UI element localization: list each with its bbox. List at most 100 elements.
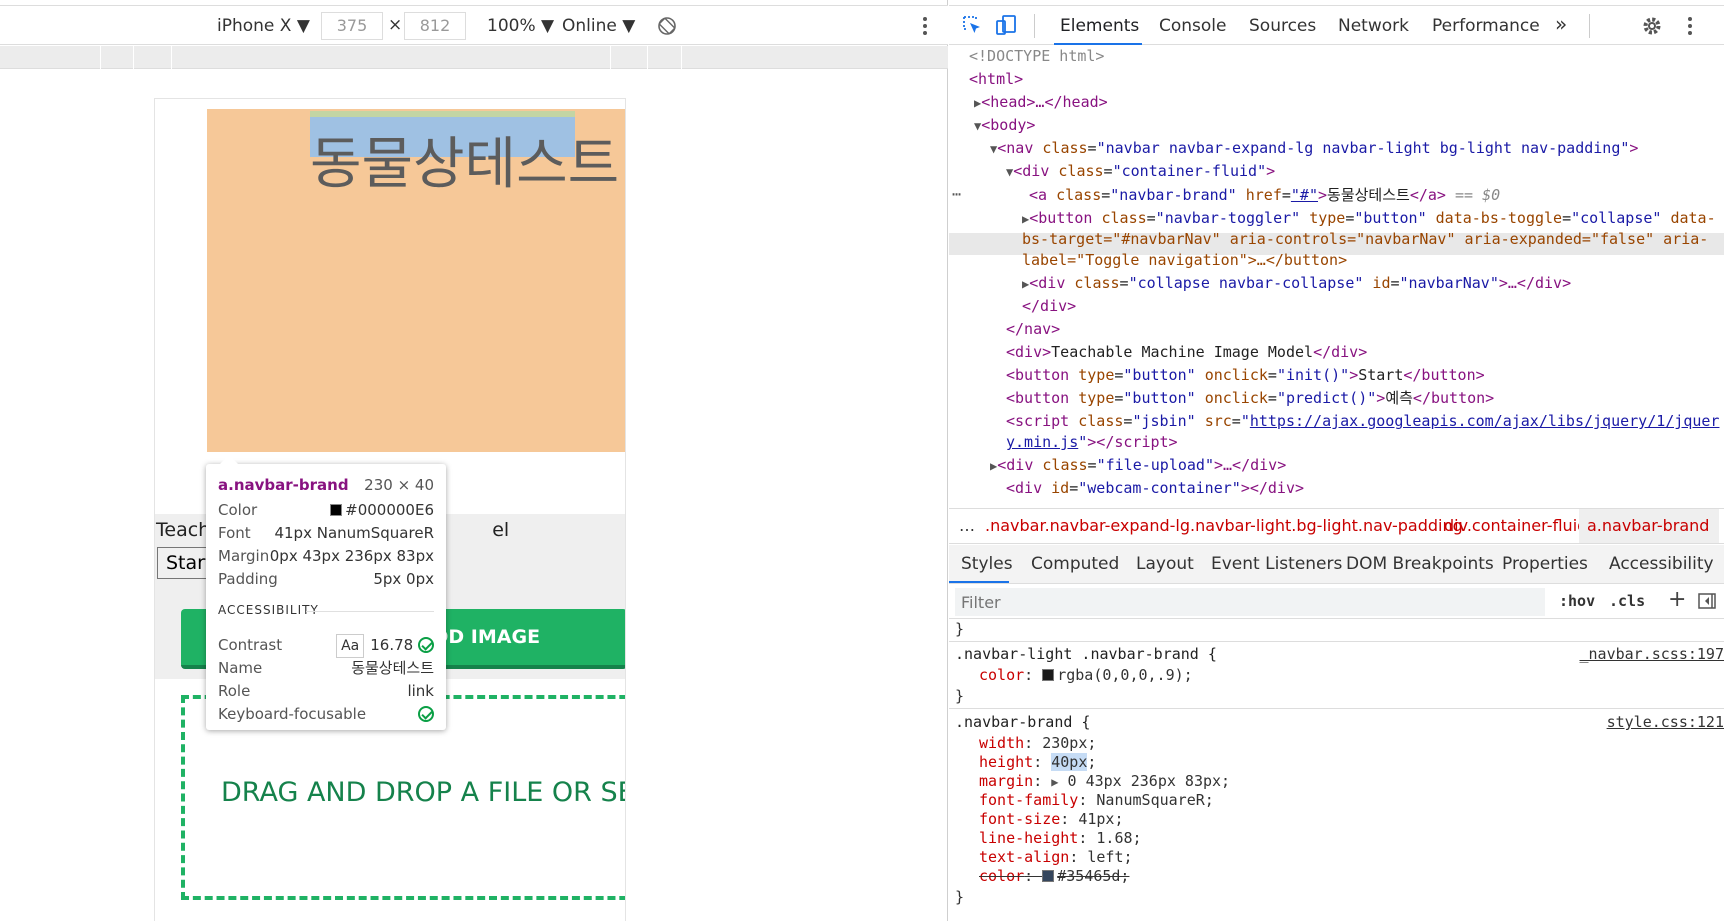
dom-row-ellipsis[interactable]: ⋯ <box>952 184 961 205</box>
tab-network[interactable]: Network <box>1338 16 1409 36</box>
dimension-separator: × <box>388 15 403 35</box>
tooltip-row-padding: Padding 5px 0px <box>218 570 434 588</box>
tab-console[interactable]: Console <box>1159 16 1227 36</box>
check-icon <box>418 706 434 722</box>
tab-sources[interactable]: Sources <box>1249 16 1316 36</box>
dom-line-html[interactable]: <html> <box>969 69 1023 90</box>
subtab-properties[interactable]: Properties <box>1502 554 1588 574</box>
rule-2-width[interactable]: width: 230px; <box>979 734 1096 753</box>
more-options-icon[interactable] <box>921 15 929 37</box>
gear-icon[interactable] <box>1641 15 1663 37</box>
breadcrumb-ellipsis[interactable]: … <box>959 516 975 535</box>
inspect-element-icon[interactable] <box>961 14 983 36</box>
dom-line-toggler-2: bs-target="#navbarNav" aria-controls="na… <box>1022 230 1709 248</box>
color-swatch-icon <box>330 504 343 516</box>
rotate-icon[interactable] <box>656 15 678 37</box>
device-toggle-icon[interactable] <box>995 14 1017 36</box>
dom-line-doctype[interactable]: <!DOCTYPE html> <box>969 46 1104 67</box>
dom-line-toggler-3: label="Toggle navigation">…</button> <box>1022 251 1348 269</box>
rule-1-selector[interactable]: .navbar-light .navbar-brand { <box>955 645 1217 664</box>
new-rule-button[interactable]: + <box>1668 587 1686 612</box>
rule-1-source-link[interactable]: _navbar.scss:197 <box>1580 645 1724 664</box>
dom-line-script[interactable]: <script class="jsbin" src="https://ajax.… <box>1006 411 1719 432</box>
subtab-event-listeners[interactable]: Event Listeners <box>1211 554 1342 574</box>
rule-2-font-family[interactable]: font-family: NanumSquareR; <box>979 791 1214 810</box>
dom-line-nav-close[interactable]: </nav> <box>1006 319 1060 340</box>
subtab-styles[interactable]: Styles <box>961 554 1013 574</box>
more-tabs-button[interactable]: » <box>1555 12 1567 36</box>
tooltip-row-color: Color #000000E6 <box>218 501 434 519</box>
active-subtab-indicator <box>949 581 1009 583</box>
dom-line-script-2: y.min.js"></script> <box>1006 433 1178 451</box>
navbar-brand-link[interactable]: 동물상테스트 <box>310 119 619 200</box>
rule-2-line-height[interactable]: line-height: 1.68; <box>979 829 1142 848</box>
active-tab-indicator <box>1054 43 1142 45</box>
tab-elements[interactable]: Elements <box>1060 16 1139 36</box>
dom-line-body[interactable]: ▼<body> <box>974 115 1035 137</box>
dom-tree: <!DOCTYPE html> <html> ▶<head>…</head> ▼… <box>949 46 1724 506</box>
tooltip-divider <box>306 611 434 612</box>
media-query-ruler <box>0 46 948 69</box>
subtab-dom-breakpoints[interactable]: DOM Breakpoints <box>1346 554 1494 574</box>
tab-performance[interactable]: Performance <box>1432 16 1540 36</box>
breadcrumb-container[interactable]: div.container-fluid <box>1444 516 1587 535</box>
subtab-accessibility[interactable]: Accessibility <box>1609 554 1714 574</box>
dom-line-navbar-brand[interactable]: <a class="navbar-brand" href="#">동물상테스트<… <box>1029 185 1500 206</box>
height-input[interactable]: 812 <box>404 12 466 40</box>
subtab-computed[interactable]: Computed <box>1031 554 1119 574</box>
network-throttle-select[interactable]: Online ▼ <box>562 16 635 36</box>
dom-line-container[interactable]: ▼<div class="container-fluid"> <box>1006 161 1275 183</box>
tooltip-tag: a.navbar-brand <box>218 476 349 494</box>
dom-line-head[interactable]: ▶<head>…</head> <box>974 92 1108 114</box>
cls-toggle[interactable]: .cls <box>1609 592 1645 610</box>
breadcrumb-nav[interactable]: .navbar.navbar-expand-lg.navbar-light.bg… <box>985 516 1463 535</box>
styles-pane: } .navbar-light .navbar-brand { _navbar.… <box>949 620 1724 921</box>
rule-2-selector[interactable]: .navbar-brand { <box>955 713 1090 732</box>
drop-zone-text: DRAG AND DROP A FILE OR SEL <box>221 777 626 808</box>
tooltip-row-role: Role link <box>218 682 434 700</box>
dom-line-tm-div[interactable]: <div>Teachable Machine Image Model</div> <box>1006 342 1367 363</box>
tooltip-size: 230 × 40 <box>364 476 434 494</box>
tooltip-row-name: Name 동물상테스트 <box>218 659 434 677</box>
dom-line-nav[interactable]: ▼<nav class="navbar navbar-expand-lg nav… <box>990 138 1638 160</box>
kebab-menu-icon[interactable] <box>1686 15 1694 37</box>
zoom-select[interactable]: 100% ▼ <box>487 16 554 36</box>
tooltip-row-contrast: Contrast Aa 16.78 <box>218 634 434 658</box>
rule-2-font-size[interactable]: font-size: 41px; <box>979 810 1124 829</box>
tooltip-row-focusable: Keyboard-focusable <box>218 703 434 725</box>
hov-toggle[interactable]: :hov <box>1559 592 1595 610</box>
dom-line-toggler[interactable]: ▶<button class="navbar-toggler" type="bu… <box>1022 208 1716 230</box>
dom-line-webcam[interactable]: <div id="webcam-container"></div> <box>1006 478 1304 499</box>
devtools-panel: Elements Console Sources Network Perform… <box>949 0 1724 921</box>
rule-1-close: } <box>955 687 965 705</box>
device-emulation-pane: iPhone X ▼ 375 × 812 100% ▼ Online ▼ 동물상… <box>0 0 948 921</box>
rule-2-color-overridden[interactable]: color: #35465d; <box>979 867 1129 886</box>
width-input[interactable]: 375 <box>321 12 383 40</box>
tooltip-row-font: Font 41px NanumSquareR <box>218 524 434 542</box>
devtools-tabbar: Elements Console Sources Network Perform… <box>949 5 1724 45</box>
breadcrumb-navbar-brand[interactable]: a.navbar-brand <box>1587 516 1709 535</box>
filter-input[interactable] <box>955 588 1545 616</box>
rule-2-height[interactable]: height: 40px; <box>979 753 1096 772</box>
sidebar-toggle-icon[interactable] <box>1697 591 1717 611</box>
check-icon <box>418 637 434 653</box>
dom-line-start-button[interactable]: <button type="button" onclick="init()">S… <box>1006 365 1485 386</box>
rule-2-margin[interactable]: margin: ▶ 0 43px 236px 83px; <box>979 772 1230 792</box>
rule-2-text-align[interactable]: text-align: left; <box>979 848 1133 867</box>
dom-line-collapse[interactable]: ▶<div class="collapse navbar-collapse" i… <box>1022 273 1571 295</box>
styles-subtabs: Styles Computed Layout Event Listeners D… <box>949 545 1724 584</box>
dom-line-div-close[interactable]: </div> <box>1022 296 1076 317</box>
rule-2-source-link[interactable]: style.css:121 <box>1607 713 1724 732</box>
dom-line-predict-button[interactable]: <button type="button" onclick="predict()… <box>1006 388 1494 409</box>
tooltip-row-margin: Margin 0px 43px 236px 83px <box>218 547 434 565</box>
subtab-layout[interactable]: Layout <box>1136 554 1194 574</box>
styles-filter-bar: :hov .cls + <box>949 585 1724 619</box>
start-button[interactable]: Start <box>157 547 212 579</box>
tooltip-accessibility-heading: ACCESSIBILITY <box>218 603 319 617</box>
rule-1-color[interactable]: color: rgba(0,0,0,.9); <box>979 666 1193 685</box>
inspect-tooltip: a.navbar-brand 230 × 40 Color #000000E6 … <box>206 455 446 730</box>
rule-2-close: } <box>955 888 965 906</box>
dom-line-file-upload[interactable]: ▶<div class="file-upload">…</div> <box>990 455 1286 477</box>
device-toolbar: iPhone X ▼ 375 × 812 100% ▼ Online ▼ <box>0 5 948 45</box>
device-select[interactable]: iPhone X ▼ <box>217 16 310 36</box>
